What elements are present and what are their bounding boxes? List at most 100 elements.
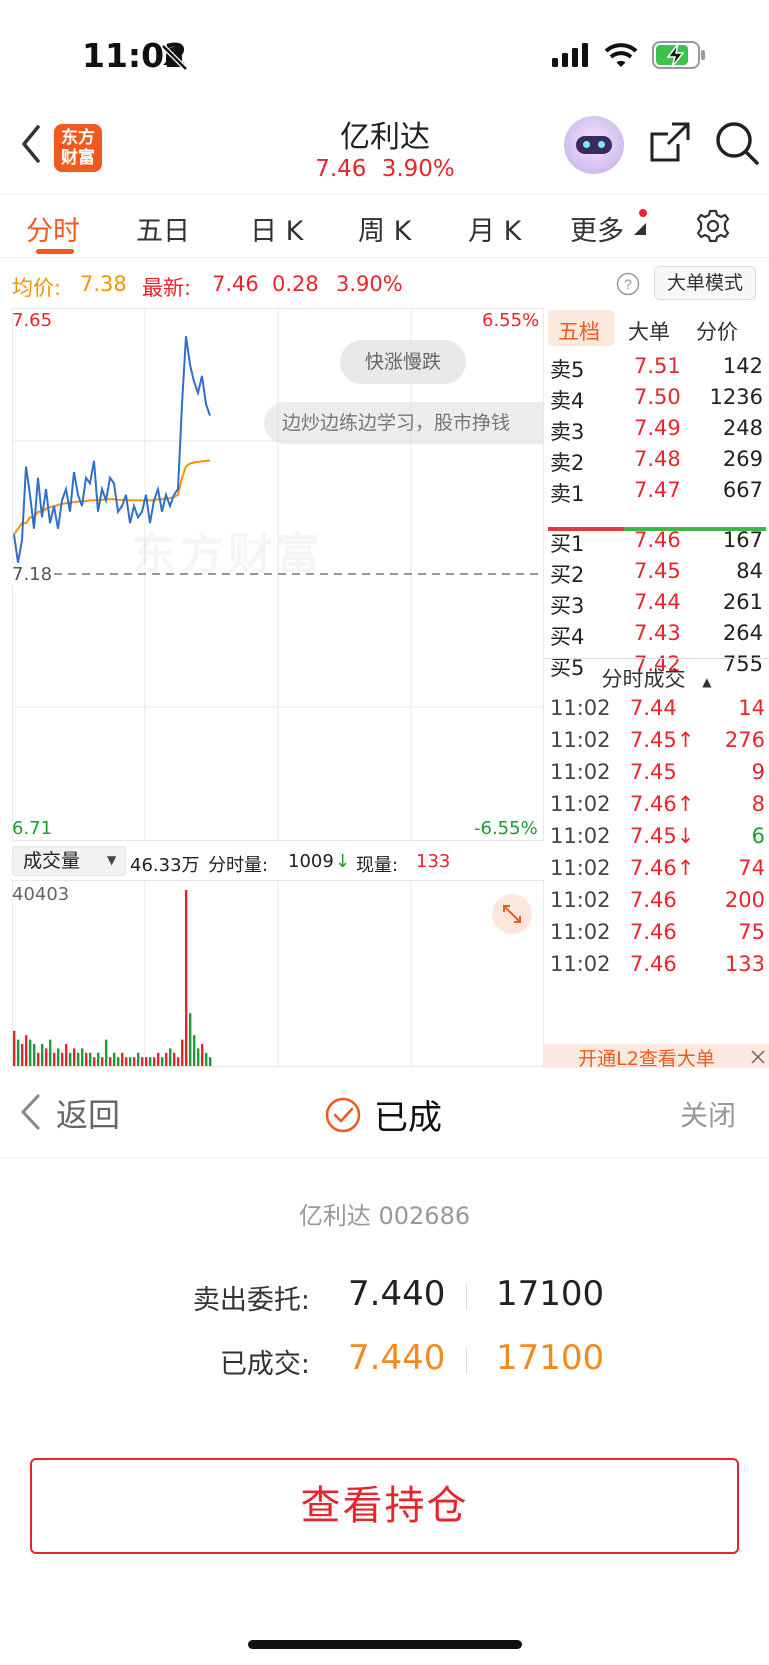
view-positions-button[interactable]: 查看持仓	[30, 1458, 739, 1554]
promo-ticker[interactable]: 边炒边练边学习，股市挣钱	[264, 402, 544, 444]
filled-label: 已成交:	[219, 1349, 310, 1380]
bid-row[interactable]: 买4 7.43 264	[544, 621, 769, 653]
volume-bar	[113, 1052, 116, 1066]
help-icon[interactable]: ?	[616, 272, 640, 296]
price-info-bar: 均价: 7.38 最新: 7.46 0.28 3.90% ? 大单模式	[0, 260, 769, 306]
expand-icon	[503, 905, 521, 923]
close-icon[interactable]	[749, 1048, 767, 1066]
trade-row: 11:02 7.46↑ 74	[544, 856, 769, 888]
book-tab-price-dist[interactable]: 分价	[696, 316, 738, 346]
current-volume-label: 现量:	[356, 855, 399, 876]
bid-volume: 167	[722, 528, 763, 552]
volume-bar	[57, 1048, 60, 1066]
search-icon[interactable]	[714, 120, 760, 166]
volume-bar	[109, 1057, 112, 1066]
bid-row[interactable]: 买2 7.45 84	[544, 559, 769, 591]
divider	[466, 1348, 467, 1374]
l2-upsell-banner[interactable]: 开通L2查看大单	[544, 1044, 769, 1068]
volume-bar	[85, 1052, 88, 1066]
settings-gear-icon[interactable]	[696, 209, 730, 243]
tab-monthly-k[interactable]: 月 K	[468, 209, 521, 248]
trade-row: 11:02 7.45↑ 276	[544, 728, 769, 760]
trade-row: 11:02 7.46 75	[544, 920, 769, 952]
notification-dot	[639, 209, 647, 217]
signal-icon	[552, 43, 588, 67]
expand-button[interactable]	[492, 894, 532, 934]
bid-row[interactable]: 买1 7.46 167	[544, 528, 769, 560]
stock-name-code: 亿利达 002686	[298, 1202, 471, 1230]
close-button[interactable]: 关闭	[680, 1094, 736, 1134]
volume-bar	[73, 1048, 76, 1066]
tab-weekly-k[interactable]: 周 K	[358, 209, 411, 248]
share-icon[interactable]	[648, 120, 692, 164]
bid-volume: 264	[722, 621, 763, 645]
ask-price: 7.48	[634, 447, 681, 471]
robot-avatar[interactable]	[564, 116, 624, 174]
volume-bar	[69, 1052, 72, 1066]
bid-price: 7.46	[634, 528, 681, 552]
trades-header[interactable]: 分时成交 ▲	[544, 663, 769, 693]
bid-volume: 84	[736, 559, 763, 583]
latest-label: 最新:	[142, 276, 192, 300]
collapse-arrow-icon: ▲	[702, 675, 712, 689]
wifi-icon	[604, 43, 638, 67]
bid-price: 7.43	[634, 621, 681, 645]
order-result-sheet: 返回 已成 关闭 亿利达 002686 卖出委托: 7.440 17100 已成…	[0, 1068, 769, 1665]
tab-five-day[interactable]: 五日	[136, 209, 190, 248]
bid-row[interactable]: 买3 7.44 261	[544, 590, 769, 622]
volume-bar	[61, 1052, 64, 1066]
back-label: 返回	[56, 1096, 121, 1134]
indicator-selector[interactable]: 成交量 ▼	[12, 846, 126, 876]
ask-price: 7.51	[634, 354, 681, 378]
tab-daily-k[interactable]: 日 K	[250, 209, 303, 248]
sell-order-price: 7.440	[348, 1274, 446, 1314]
trade-row: 11:02 7.45 9	[544, 760, 769, 792]
bid-label: 买4	[550, 625, 585, 649]
trade-volume: 14	[738, 696, 765, 720]
volume-bar	[121, 1052, 124, 1066]
book-tab-big-orders[interactable]: 大单	[628, 316, 670, 346]
ask-row[interactable]: 卖1 7.47 667	[544, 478, 769, 510]
volume-bar	[149, 1057, 152, 1066]
bell-muted-icon	[161, 44, 188, 70]
volume-bar	[177, 1057, 180, 1066]
volume-bar	[13, 1030, 16, 1066]
ask-row[interactable]: 卖3 7.49 248	[544, 416, 769, 448]
volume-bar	[93, 1057, 96, 1066]
trade-price: 7.46	[630, 888, 677, 912]
volume-bar	[133, 1057, 136, 1066]
trade-price: 7.44	[630, 696, 677, 720]
volume-bar	[33, 1044, 36, 1066]
app-logo: 东方 财富	[54, 124, 102, 172]
back-chevron-icon[interactable]	[20, 124, 42, 164]
volume-bar	[105, 1039, 108, 1066]
volume-bar	[197, 1048, 200, 1066]
big-order-mode-button[interactable]: 大单模式	[654, 266, 756, 300]
volume-bar	[89, 1052, 92, 1066]
ask-volume: 142	[722, 354, 763, 378]
ask-row[interactable]: 卖4 7.50 1236	[544, 385, 769, 417]
volume-bar	[141, 1057, 144, 1066]
volume-bar	[173, 1052, 176, 1066]
volume-bar	[165, 1052, 168, 1066]
tab-more[interactable]: 更多	[570, 209, 624, 248]
tab-intraday[interactable]: 分时	[26, 209, 80, 248]
filled-price: 7.440	[348, 1338, 446, 1378]
volume-total: 46.33万	[130, 855, 200, 876]
volume-bar	[129, 1057, 132, 1066]
book-tab-level5[interactable]: 五档	[558, 316, 600, 346]
ask-label: 卖4	[550, 389, 585, 413]
volume-bar	[81, 1048, 84, 1066]
volume-bar	[45, 1048, 48, 1066]
sell-order-qty: 17100	[496, 1274, 605, 1314]
y-axis-bottom: 6.71	[12, 818, 53, 839]
bid-price: 7.44	[634, 590, 681, 614]
trade-time: 11:02	[550, 760, 611, 784]
ask-label: 卖1	[550, 482, 585, 506]
trade-price: 7.46↑	[630, 792, 695, 816]
ask-row[interactable]: 卖2 7.48 269	[544, 447, 769, 479]
filled-qty: 17100	[496, 1338, 605, 1378]
ask-row[interactable]: 卖5 7.51 142	[544, 354, 769, 386]
tab-active-indicator	[36, 249, 74, 254]
trend-tag[interactable]: 快涨慢跌	[340, 340, 466, 384]
